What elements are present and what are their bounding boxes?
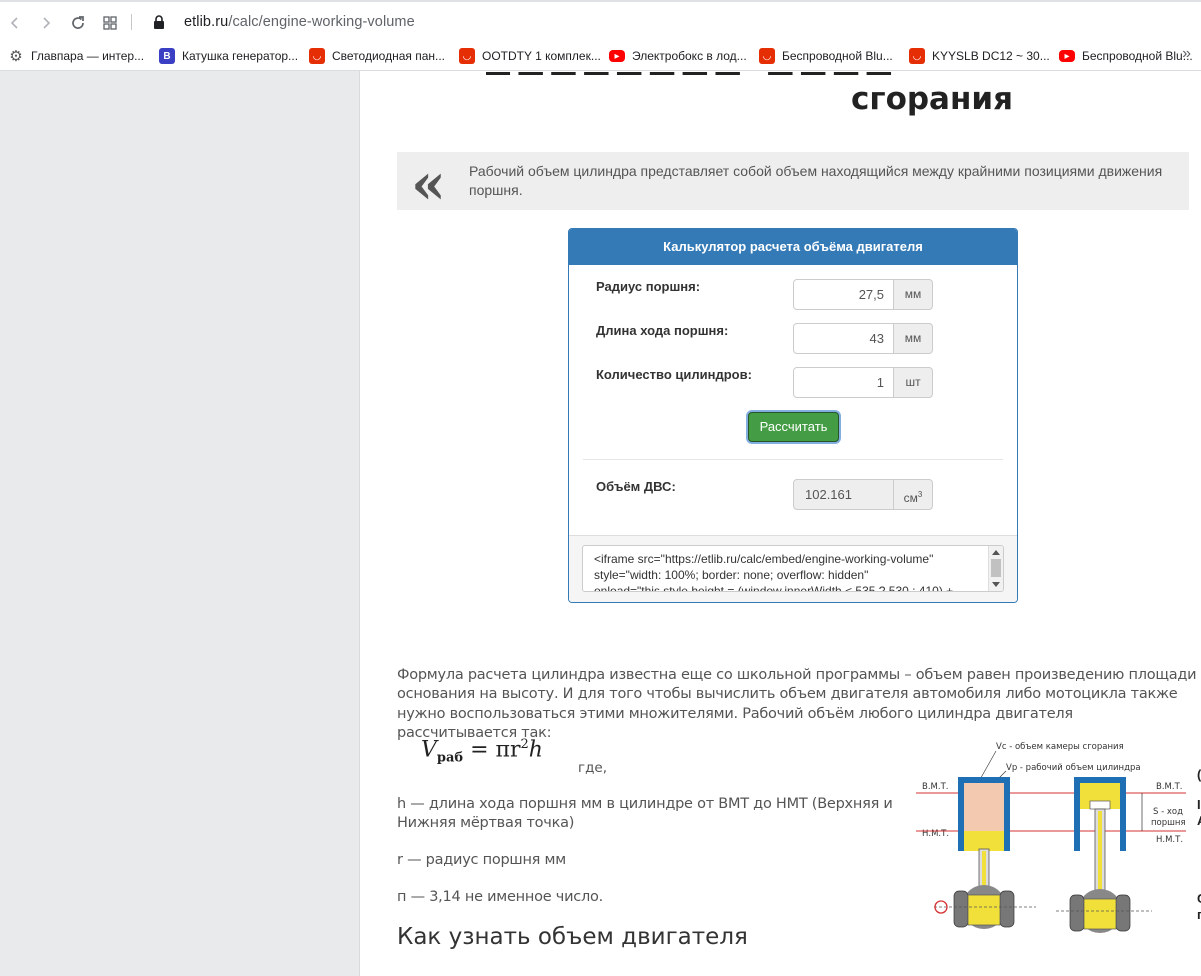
browser-toolbar: etlib.ru/calc/engine-working-volume	[0, 0, 1201, 42]
scroll-up-icon[interactable]	[992, 550, 1000, 555]
result-unit-text: см	[903, 491, 918, 505]
bookmark-label: OOTDTY 1 комплек...	[482, 49, 601, 63]
result-output: 102.161	[793, 479, 894, 510]
bookmark-label: Беспроводной Blu...	[1082, 49, 1193, 63]
url-host: etlib.ru	[184, 14, 229, 30]
bookmark-item[interactable]: ⚙ Главпара — интер...	[8, 46, 144, 66]
definition-r: r — радиус поршня мм	[397, 852, 566, 868]
cylinders-input[interactable]: 1	[793, 367, 894, 398]
formula-h: h	[528, 737, 543, 763]
back-icon[interactable]	[5, 13, 25, 33]
cut-off-text: С	[1197, 891, 1201, 906]
aliexpress-icon: ◡	[309, 48, 325, 64]
section-heading: Как узнать объем двигателя	[397, 924, 748, 950]
intro-paragraph: Формула расчета цилиндра известна еще со…	[397, 667, 1197, 742]
result-unit: см3	[893, 479, 933, 510]
scroll-thumb[interactable]	[991, 559, 1001, 577]
formula-sup: 2	[520, 737, 529, 752]
volume-formula: Vраб = πr2h	[421, 737, 543, 766]
gear-icon: ⚙	[9, 48, 23, 65]
radius-label: Радиус поршня:	[596, 279, 701, 294]
result-unit-sup: 3	[917, 490, 923, 499]
bookmark-item[interactable]: ▸ Беспроводной Blu...	[1059, 46, 1193, 66]
cut-off-text: (	[1197, 767, 1201, 782]
formula-sub: раб	[436, 750, 464, 766]
calculator-header: Калькулятор расчета объёма двигателя	[569, 229, 1017, 265]
radius-unit: мм	[893, 279, 933, 310]
diagram-label-s1: S - ход	[1153, 807, 1183, 817]
bookmark-label: KYYSLB DC12 ~ 30...	[932, 49, 1050, 63]
bookmarks-bar: ⚙ Главпара — интер... B Катушка генерато…	[0, 42, 1201, 71]
toolbar-separator	[131, 14, 132, 30]
b-icon: B	[159, 48, 175, 64]
embed-scrollbar[interactable]	[988, 546, 1003, 591]
quote-icon: «	[411, 151, 446, 217]
definition-pi: п — 3,14 не именное число.	[397, 889, 603, 905]
bookmarks-overflow-icon[interactable]: »	[1182, 45, 1191, 63]
left-sidebar-area	[0, 71, 360, 976]
cylinders-row: Количество цилиндров: 1 шт	[569, 367, 1017, 399]
bookmark-item[interactable]: ◡ OOTDTY 1 комплек...	[459, 46, 601, 66]
bookmark-item[interactable]: ◡ KYYSLB DC12 ~ 30...	[909, 46, 1050, 66]
result-label: Объём ДВС:	[596, 479, 676, 494]
lock-icon[interactable]	[153, 15, 165, 34]
quote-text: Рабочий объем цилиндра представляет собо…	[469, 163, 1163, 198]
bookmark-label: Электробокс в лод...	[632, 49, 747, 63]
address-bar[interactable]: etlib.ru/calc/engine-working-volume	[184, 14, 415, 30]
bookmark-item[interactable]: ▸ Электробокс в лод...	[609, 46, 747, 66]
diagram-label-bmt-right: В.М.Т.	[1156, 782, 1182, 792]
bookmark-item[interactable]: ◡ Беспроводной Blu...	[759, 46, 893, 66]
cylinders-label: Количество цилиндров:	[596, 367, 752, 382]
title-overflow-line: ▀▀▀▀ ▀▀▀▀▀▀▀▀ ▀▀▀▀▀▀▀▀ ▀▀▀▀	[486, 71, 1106, 75]
bookmark-item[interactable]: ◡ Светодиодная пан...	[309, 46, 445, 66]
aliexpress-icon: ◡	[459, 48, 475, 64]
embed-code-textarea[interactable]: <iframe src="https://etlib.ru/calc/embed…	[582, 545, 1004, 592]
youtube-icon: ▸	[609, 50, 625, 62]
bookmark-item[interactable]: B Катушка генератор...	[159, 46, 298, 66]
cut-off-text: А	[1197, 813, 1201, 828]
diagram-label-vc: Vс - объем камеры сгорания	[996, 742, 1124, 752]
page-title: сгорания	[851, 81, 1014, 117]
apps-grid-icon[interactable]	[100, 13, 120, 33]
cut-off-text: п	[1197, 907, 1201, 922]
where-text: где,	[578, 760, 608, 776]
stroke-input[interactable]: 43	[793, 323, 894, 354]
aliexpress-icon: ◡	[759, 48, 775, 64]
volume-calculator: Калькулятор расчета объёма двигателя Рад…	[568, 228, 1018, 603]
stroke-unit: мм	[893, 323, 933, 354]
radius-row: Радиус поршня: 27,5 мм	[569, 279, 1017, 311]
embed-code-text: <iframe src="https://etlib.ru/calc/embed…	[594, 552, 954, 592]
radius-input[interactable]: 27,5	[793, 279, 894, 310]
diagram-label-vp: Vр - рабочий объем цилиндра	[1006, 763, 1141, 773]
calculate-button[interactable]: Рассчитать	[748, 412, 839, 442]
stroke-row: Длина хода поршня: 43 мм	[569, 323, 1017, 355]
reload-icon[interactable]	[68, 13, 88, 33]
quote-block: « Рабочий объем цилиндра представляет со…	[397, 151, 1189, 217]
diagram-label-nmt-right: Н.М.Т.	[1156, 835, 1183, 845]
youtube-icon: ▸	[1059, 50, 1075, 62]
formula-v: V	[421, 737, 437, 763]
scroll-down-icon[interactable]	[992, 582, 1000, 587]
aliexpress-icon: ◡	[909, 48, 925, 64]
bookmark-label: Беспроводной Blu...	[782, 49, 893, 63]
main-content: ▀▀▀▀ ▀▀▀▀▀▀▀▀ ▀▀▀▀▀▀▀▀ ▀▀▀▀ сгорания « Р…	[361, 71, 1201, 976]
calculator-divider	[583, 459, 1003, 460]
bookmark-label: Светодиодная пан...	[332, 49, 446, 63]
engine-cylinder-diagram: Vс - объем камеры сгорания Vр - рабочий …	[916, 742, 1186, 933]
cut-off-text: І	[1197, 797, 1201, 812]
cylinders-unit: шт	[893, 367, 933, 398]
bookmark-label: Катушка генератор...	[182, 49, 299, 63]
definition-h: h — длина хода поршня мм в цилиндре от В…	[397, 796, 893, 832]
bookmark-label: Главпара — интер...	[31, 49, 145, 63]
diagram-label-bmt-left: В.М.Т.	[922, 782, 948, 792]
formula-eq: = πr	[463, 737, 521, 763]
stroke-label: Длина хода поршня:	[596, 323, 729, 338]
diagram-label-s2: поршня	[1151, 818, 1186, 828]
forward-icon[interactable]	[36, 13, 56, 33]
url-path: /calc/engine-working-volume	[228, 14, 415, 30]
calculator-footer: <iframe src="https://etlib.ru/calc/embed…	[569, 535, 1017, 602]
